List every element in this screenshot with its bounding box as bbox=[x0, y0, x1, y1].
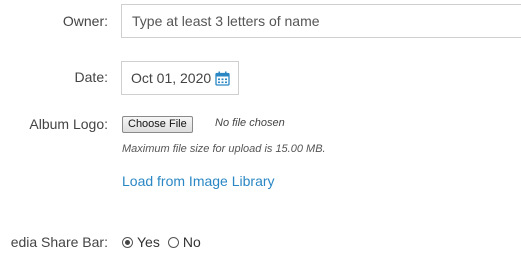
date-label: Date: bbox=[74, 69, 108, 85]
calendar-icon[interactable] bbox=[215, 71, 230, 86]
share-bar-radio-group: Yes No bbox=[122, 234, 209, 250]
album-logo-label: Album Logo: bbox=[29, 116, 108, 132]
choose-file-button[interactable]: Choose File bbox=[122, 116, 193, 133]
yes-label: Yes bbox=[137, 234, 160, 250]
file-size-hint: Maximum file size for upload is 15.00 MB… bbox=[122, 143, 326, 155]
no-radio[interactable] bbox=[167, 236, 179, 248]
load-from-image-library-link[interactable]: Load from Image Library bbox=[122, 173, 275, 189]
share-bar-label: edia Share Bar: bbox=[10, 234, 108, 250]
owner-input[interactable] bbox=[121, 4, 521, 38]
date-value: Oct 01, 2020 bbox=[131, 70, 212, 86]
share-bar-no-option[interactable]: No bbox=[167, 234, 201, 250]
share-bar-yes-option[interactable]: Yes bbox=[122, 234, 160, 250]
no-file-chosen-text: No file chosen bbox=[215, 117, 285, 129]
yes-radio[interactable] bbox=[122, 236, 133, 248]
owner-label: Owner: bbox=[62, 13, 108, 29]
no-label: No bbox=[182, 234, 201, 250]
date-field[interactable]: Oct 01, 2020 bbox=[121, 61, 239, 95]
album-form: Owner: Date: Oct 01, 2020 Album Logo: Ch… bbox=[0, 0, 521, 255]
